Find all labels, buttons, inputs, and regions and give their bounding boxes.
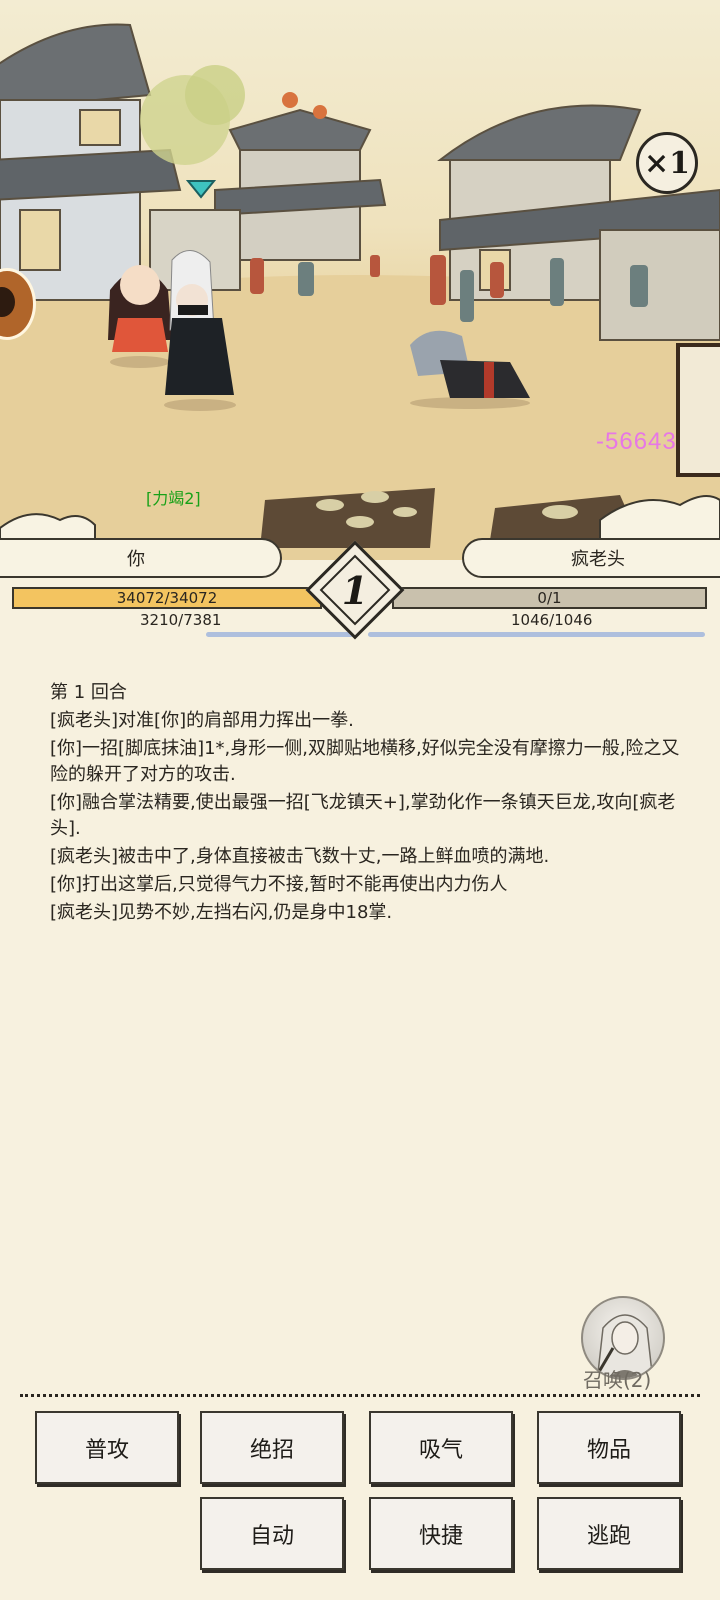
shortcut-button[interactable]: 快捷 [369,1497,513,1570]
log-line: [疯老头]被击中了,身体直接被击飞数十丈,一路上鲜血喷的满地. [50,846,550,867]
player-name: 你 [127,549,145,570]
battle-speed-button[interactable]: ×1 [636,132,698,194]
ultimate-button[interactable]: 绝招 [200,1411,344,1484]
log-line: [你]一招[脚底抹油]1*,身形一侧,双脚贴地横移,好似完全没有摩擦力一般,险之… [50,738,680,785]
player-mp-bar [206,632,354,637]
summon-label[interactable]: 召唤(2) [583,1364,651,1393]
street-background [0,23,720,560]
enemy-name-plate: 疯老头 [462,538,720,578]
player-hp-text: 34072/34072 [116,589,218,607]
enemy-name: 疯老头 [571,549,625,570]
items-button[interactable]: 物品 [537,1411,681,1484]
battle-scene: ×1 -56643 [力竭2] [0,0,720,560]
damage-number: -56643 [596,428,677,455]
log-line: [疯老头]见势不妙,左挡右闪,仍是身中18掌. [50,902,393,923]
enemy-mp-bar [368,632,705,637]
enemy-mp-text: 1046/1046 [511,611,593,629]
player-buff-label: [力竭2] [146,489,201,508]
player-hp-bar: 34072/34072 [12,587,322,609]
player-name-plate: 你 [0,538,282,578]
divider [20,1394,700,1397]
round-number: 1 [341,568,369,613]
log-line: [疯老头]对准[你]的肩部用力挥出一拳. [50,710,354,731]
auto-button[interactable]: 自动 [200,1497,344,1570]
battle-log: 第 1 回合 [疯老头]对准[你]的肩部用力挥出一拳. [你]一招[脚底抹油]1… [50,680,680,928]
player-mp-text: 3210/7381 [140,611,222,629]
log-line: [你]打出这掌后,只觉得气力不接,暂时不能再使出内力伤人 [50,874,508,895]
attack-button[interactable]: 普攻 [35,1411,179,1484]
log-round-title: 第 1 回合 [50,682,127,703]
breathe-button[interactable]: 吸气 [369,1411,513,1484]
flee-button[interactable]: 逃跑 [537,1497,681,1570]
enemy-hp-text: 0/1 [537,589,562,607]
log-line: [你]融合掌法精要,使出最强一招[飞龙镇天+],掌劲化作一条镇天巨龙,攻向[疯老… [50,792,676,839]
enemy-hp-bar: 0/1 [392,587,707,609]
